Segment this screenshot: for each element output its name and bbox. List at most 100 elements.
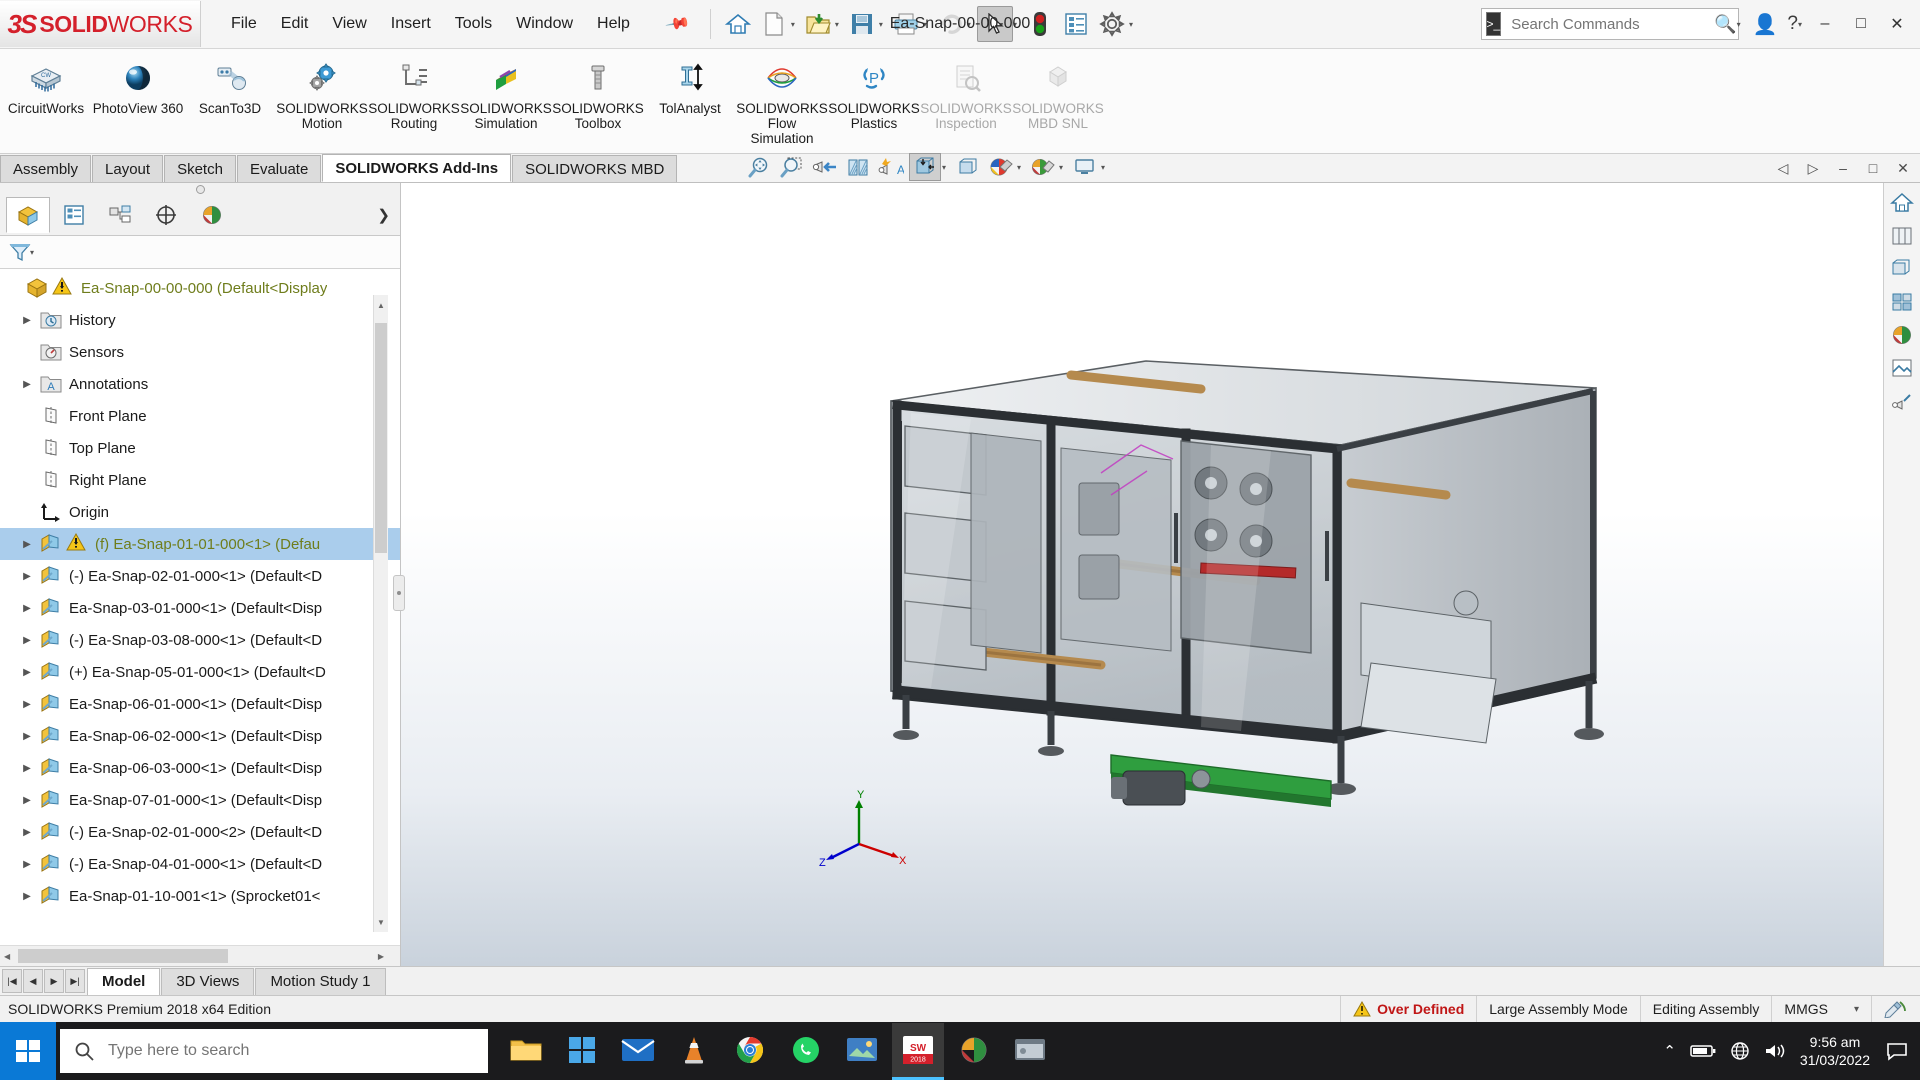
tree-item[interactable]: Top Plane [0, 432, 400, 464]
feature-tree[interactable]: Ea-Snap-00-00-000 (Default<Display ▶ Histo… [0, 269, 400, 966]
scene-caret-icon[interactable]: ▾ [1059, 163, 1063, 172]
tree-expand-arrow-icon[interactable]: ▶ [16, 859, 38, 870]
home-icon[interactable] [721, 7, 755, 41]
magnifier-icon[interactable]: 🔍 [1714, 14, 1736, 35]
apply-scene-icon[interactable] [1028, 154, 1058, 180]
app-window-icon[interactable] [1004, 1023, 1056, 1080]
panel-splitter[interactable] [393, 574, 405, 611]
decals-icon[interactable] [1887, 354, 1917, 382]
help-caret-icon[interactable]: ▾ [1798, 20, 1802, 29]
notification-icon[interactable] [1884, 1038, 1910, 1064]
help-question-icon[interactable]: ? [1787, 13, 1798, 35]
tree-expand-arrow-icon[interactable]: ▶ [16, 315, 38, 326]
ribbon-solidworks-plastics[interactable]: P SOLIDWORKS Plastics [828, 55, 920, 131]
last-tab-button[interactable]: ▶| [65, 969, 85, 993]
tree-item[interactable]: ▶ (-) Ea-Snap-03-08-000<1> (Default<D [0, 624, 400, 656]
panel-grip-handle[interactable] [0, 183, 400, 195]
filter-caret-icon[interactable]: ▾ [30, 248, 34, 257]
tree-item[interactable]: Front Plane [0, 400, 400, 432]
scenes-icon[interactable] [1887, 321, 1917, 349]
tree-item[interactable]: Origin [0, 496, 400, 528]
tree-expand-arrow-icon[interactable]: ▶ [16, 539, 38, 550]
tree-expand-arrow-icon[interactable]: ▶ [16, 699, 38, 710]
tab-assembly[interactable]: Assembly [0, 155, 92, 182]
display-style-icon[interactable] [909, 153, 941, 181]
bottom-tab-3d-views[interactable]: 3D Views [161, 967, 255, 995]
new-document-icon[interactable] [757, 7, 791, 41]
ribbon-solidworks-toolbox[interactable]: SOLIDWORKS Toolbox [552, 55, 644, 131]
tab-sketch[interactable]: Sketch [164, 155, 236, 182]
tree-vertical-scrollbar[interactable]: ▲ ▼ [373, 295, 388, 932]
new-document-caret-icon[interactable]: ▾ [791, 20, 795, 29]
view-settings-display-icon[interactable] [1070, 154, 1100, 180]
save-icon[interactable] [845, 7, 879, 41]
tree-expand-arrow-icon[interactable]: ▶ [16, 731, 38, 742]
assembly-3d-model[interactable] [411, 183, 1861, 943]
next-tab-button[interactable]: ▶ [44, 969, 64, 993]
display-manager-tab[interactable] [190, 197, 234, 233]
battery-icon[interactable] [1690, 1043, 1716, 1059]
windows-start-icon[interactable] [0, 1022, 56, 1080]
lights-cameras-icon[interactable] [1887, 387, 1917, 415]
network-globe-icon[interactable] [1730, 1041, 1750, 1061]
dimxpert-manager-tab[interactable] [144, 197, 188, 233]
doc-minimize-button[interactable]: – [1830, 156, 1856, 180]
photoview-app-icon[interactable] [948, 1023, 1000, 1080]
tree-item[interactable]: ▶ (f) Ea-Snap-01-01-000<1> (Defau [0, 528, 400, 560]
tree-item[interactable]: ▶ Ea-Snap-01-10-001<1> (Sprocket01< [0, 880, 400, 912]
bottom-tab-model[interactable]: Model [87, 967, 161, 995]
view-settings-caret-icon[interactable]: ▾ [1101, 163, 1105, 172]
section-view-icon[interactable] [843, 154, 873, 180]
next-document-button[interactable]: ▷ [1800, 156, 1826, 180]
ribbon-solidworks-flow-simulation[interactable]: SOLIDWORKS Flow Simulation [736, 55, 828, 146]
previous-document-button[interactable]: ◁ [1770, 156, 1796, 180]
menu-window[interactable]: Window [504, 11, 585, 37]
menu-file[interactable]: File [219, 11, 269, 37]
tree-item[interactable]: Ea-Snap-00-00-000 (Default<Display [0, 272, 400, 304]
volume-icon[interactable] [1764, 1042, 1786, 1060]
tree-expand-arrow-icon[interactable]: ▶ [16, 571, 38, 582]
tree-item[interactable]: ▶ (-) Ea-Snap-02-01-000<2> (Default<D [0, 816, 400, 848]
display-pane-icon[interactable] [1887, 222, 1917, 250]
tab-solidworks-mbd[interactable]: SOLIDWORKS MBD [512, 155, 678, 182]
tree-item[interactable]: ▶ Ea-Snap-06-03-000<1> (Default<Disp [0, 752, 400, 784]
first-tab-button[interactable]: |◀ [2, 969, 22, 993]
tree-item[interactable]: Right Plane [0, 464, 400, 496]
solidworks-logo[interactable]: 3S SOLIDWORKS [0, 1, 201, 47]
property-manager-tab[interactable] [52, 197, 96, 233]
search-input[interactable] [1509, 14, 1713, 34]
menu-help[interactable]: Help [585, 11, 642, 37]
menu-edit[interactable]: Edit [269, 11, 321, 37]
tree-expand-arrow-icon[interactable]: ▶ [16, 763, 38, 774]
vlc-cone-icon[interactable] [668, 1023, 720, 1080]
close-window-button[interactable]: ✕ [1880, 9, 1914, 39]
menu-tools[interactable]: Tools [443, 11, 504, 37]
tree-horizontal-scrollbar[interactable]: ◀ ▶ [0, 945, 400, 966]
save-caret-icon[interactable]: ▾ [879, 20, 883, 29]
ribbon-scanto3d[interactable]: ScanTo3D [184, 55, 276, 116]
hide-show-icon[interactable] [1887, 255, 1917, 283]
edit-appearance-icon[interactable] [986, 154, 1016, 180]
tree-item[interactable]: ▶ Ea-Snap-03-01-000<1> (Default<Disp [0, 592, 400, 624]
appearances-icon[interactable] [1887, 288, 1917, 316]
tab-layout[interactable]: Layout [92, 155, 164, 182]
taskbar-search-box[interactable] [60, 1029, 488, 1073]
ribbon-circuitworks[interactable]: CW CircuitWorks [0, 55, 92, 116]
taskbar-clock[interactable]: 9:56 am 31/03/2022 [1800, 1033, 1870, 1069]
search-caret-icon[interactable]: ▾ [1737, 20, 1741, 29]
minimize-window-button[interactable]: – [1808, 9, 1842, 39]
google-chrome-icon[interactable] [724, 1023, 776, 1080]
scroll-down-button[interactable]: ▼ [375, 912, 387, 932]
doc-restore-button[interactable]: □ [1860, 156, 1886, 180]
gear-icon[interactable] [1095, 7, 1129, 41]
panel-expand-chevron-icon[interactable]: ❯ [377, 206, 390, 224]
tree-item[interactable]: ▶ (+) Ea-Snap-05-01-000<1> (Default<D [0, 656, 400, 688]
view-setting-icon[interactable]: A [876, 154, 906, 180]
ribbon-solidworks-routing[interactable]: SOLIDWORKS Routing [368, 55, 460, 131]
scroll-thumb[interactable] [375, 323, 387, 553]
graphics-viewport[interactable]: Y X Z [401, 183, 1920, 966]
tree-expand-arrow-icon[interactable]: ▶ [16, 635, 38, 646]
tree-expand-arrow-icon[interactable]: ▶ [16, 891, 38, 902]
ribbon-tolanalyst[interactable]: TolAnalyst [644, 55, 736, 116]
tree-item[interactable]: Sensors [0, 336, 400, 368]
